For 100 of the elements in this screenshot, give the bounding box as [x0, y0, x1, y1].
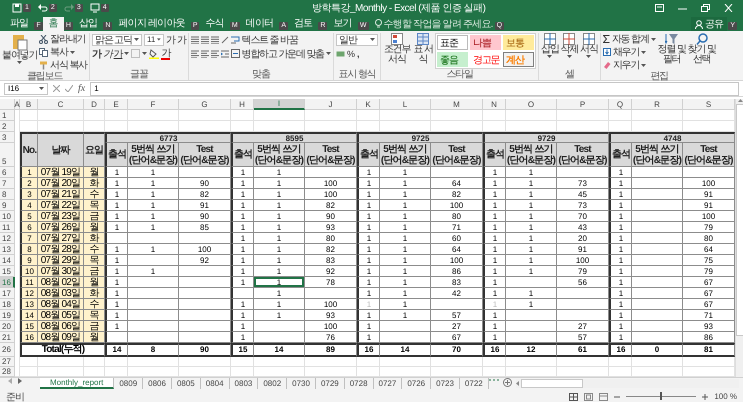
person-icon[interactable] [694, 20, 703, 28]
scissors-icon[interactable] [39, 34, 48, 44]
sheet-tab[interactable]: 0806 [143, 378, 172, 389]
paste-button[interactable]: 붙여넣기 [2, 33, 38, 64]
row-header[interactable]: 21 [0, 332, 15, 343]
format-cells-button[interactable]: 서식 [580, 33, 598, 58]
ribbon-tab[interactable]: 데이터 [240, 17, 280, 31]
sheet-tab[interactable]: 0722 [460, 378, 489, 389]
ribbon-tab[interactable]: 삽입 [72, 17, 104, 31]
page-layout-icon[interactable] [584, 392, 594, 400]
row-header[interactable]: 17 [0, 288, 15, 299]
column-header[interactable]: N [483, 99, 506, 110]
row-header[interactable]: 10 [0, 211, 15, 222]
row-header[interactable]: 8 [0, 189, 15, 200]
row-header[interactable]: 11 [0, 222, 15, 233]
undo-icon[interactable] [38, 3, 48, 13]
next-sheet-icon[interactable] [18, 378, 22, 384]
column-header[interactable]: M [431, 99, 483, 110]
column-header[interactable]: E [105, 99, 128, 110]
bold-button[interactable]: 가 [92, 48, 101, 60]
row-header[interactable]: 15 [0, 266, 15, 277]
grid-icon[interactable] [563, 33, 576, 45]
row-header[interactable]: 27 [0, 357, 15, 367]
sheet-tab[interactable]: 0726 [402, 378, 432, 389]
zoom-in-icon[interactable] [702, 394, 708, 400]
normal-view-icon[interactable] [569, 392, 578, 400]
conditional-format-icon[interactable] [390, 33, 403, 45]
underline-button[interactable]: 가 [114, 48, 122, 60]
sheet-tab[interactable]: 0803 [230, 378, 258, 389]
more-tabs-icon[interactable] [488, 378, 499, 382]
orientation-icon[interactable] [220, 36, 229, 44]
row-header[interactable]: 7 [0, 178, 15, 189]
sheet-tab[interactable]: 0809 [114, 378, 144, 389]
row-header[interactable]: 14 [0, 255, 15, 266]
align-bottom-icon[interactable] [210, 36, 219, 44]
align-left-icon[interactable] [190, 50, 199, 58]
page-break-icon[interactable] [599, 392, 608, 400]
clear-button[interactable]: 지우기 [602, 59, 656, 71]
shrink-font-button[interactable]: 가 [176, 34, 186, 46]
sheet-tab[interactable]: 0727 [374, 378, 402, 389]
font-size-field[interactable]: 11 [144, 34, 164, 46]
clipboard-icon[interactable] [12, 33, 28, 51]
row-header[interactable]: 26 [0, 343, 15, 357]
font-name-field[interactable]: 맑은 고딕 [92, 34, 142, 46]
align-right-icon[interactable] [210, 50, 219, 58]
autosum-button[interactable]: 자동 합계 [602, 33, 656, 45]
sheet-tab[interactable]: 0729 [316, 378, 345, 389]
column-header[interactable]: H [231, 99, 254, 110]
vertical-scrollbar[interactable] [735, 99, 743, 377]
screen-icon[interactable] [90, 3, 100, 13]
font-color-button[interactable]: 가 [161, 48, 170, 60]
borders-icon[interactable] [131, 49, 140, 58]
sheet-tab[interactable]: 0723 [431, 378, 460, 389]
row-header[interactable]: 18 [0, 299, 15, 310]
merge-icon[interactable] [230, 49, 240, 58]
sigma-icon[interactable] [602, 35, 610, 43]
scroll-up-icon[interactable] [738, 99, 742, 102]
name-box[interactable]: I16 [4, 82, 48, 94]
row-header[interactable]: 2 [0, 121, 15, 132]
italic-button[interactable]: 가 [102, 48, 112, 60]
ribbon-tab[interactable]: 수식 [199, 17, 230, 31]
cell-style-option[interactable]: 나쁨 [470, 35, 501, 50]
ribbon-tab[interactable]: 파일 [4, 17, 34, 31]
row-header[interactable]: 1 [0, 110, 15, 121]
eraser-icon[interactable] [602, 61, 611, 69]
column-header[interactable]: B [20, 99, 38, 110]
align-top-icon[interactable] [190, 36, 199, 44]
lightbulb-icon[interactable] [374, 19, 382, 29]
column-header[interactable]: F [128, 99, 179, 110]
row-header[interactable]: 5 [0, 143, 15, 167]
magnifier-icon[interactable] [696, 33, 708, 45]
fill-down-icon[interactable] [602, 48, 611, 56]
align-center-icon[interactable] [200, 50, 209, 58]
copy-icon[interactable] [39, 48, 48, 56]
column-header[interactable]: Q [609, 99, 632, 110]
wrap-icon[interactable] [230, 35, 240, 44]
wrap-text-button[interactable]: 텍스트 줄 바꿈 [230, 34, 298, 46]
sheet-tab[interactable]: 0805 [172, 378, 201, 389]
enter-icon[interactable] [65, 85, 73, 92]
column-header[interactable]: C [38, 99, 84, 110]
grid-icon[interactable] [582, 33, 595, 45]
row-header[interactable]: 6 [0, 167, 15, 178]
close-icon[interactable] [724, 4, 733, 12]
tell-me-field[interactable]: 수행할 작업을 알려 주세요. [384, 17, 493, 31]
column-header[interactable]: O [506, 99, 557, 110]
row-header[interactable]: 16 [0, 277, 15, 288]
save-icon[interactable] [12, 3, 22, 13]
column-header[interactable]: J [305, 99, 357, 110]
fill-color-icon[interactable] [149, 48, 160, 58]
share-button[interactable]: 공유 [690, 17, 728, 31]
sheet-tab[interactable]: 0802 [258, 378, 288, 389]
sheet-tab[interactable]: 0728 [344, 378, 374, 389]
column-header[interactable]: K [357, 99, 380, 110]
sort-filter-button[interactable]: 정렬 및 필터 [658, 33, 686, 65]
funnel-icon[interactable] [664, 33, 679, 45]
restore-icon[interactable] [701, 4, 710, 12]
column-header[interactable]: L [380, 99, 431, 110]
row-header[interactable]: 20 [0, 321, 15, 332]
delete-cells-button[interactable]: 삭제 [560, 33, 578, 58]
copy-button[interactable]: 복사 [39, 46, 87, 58]
